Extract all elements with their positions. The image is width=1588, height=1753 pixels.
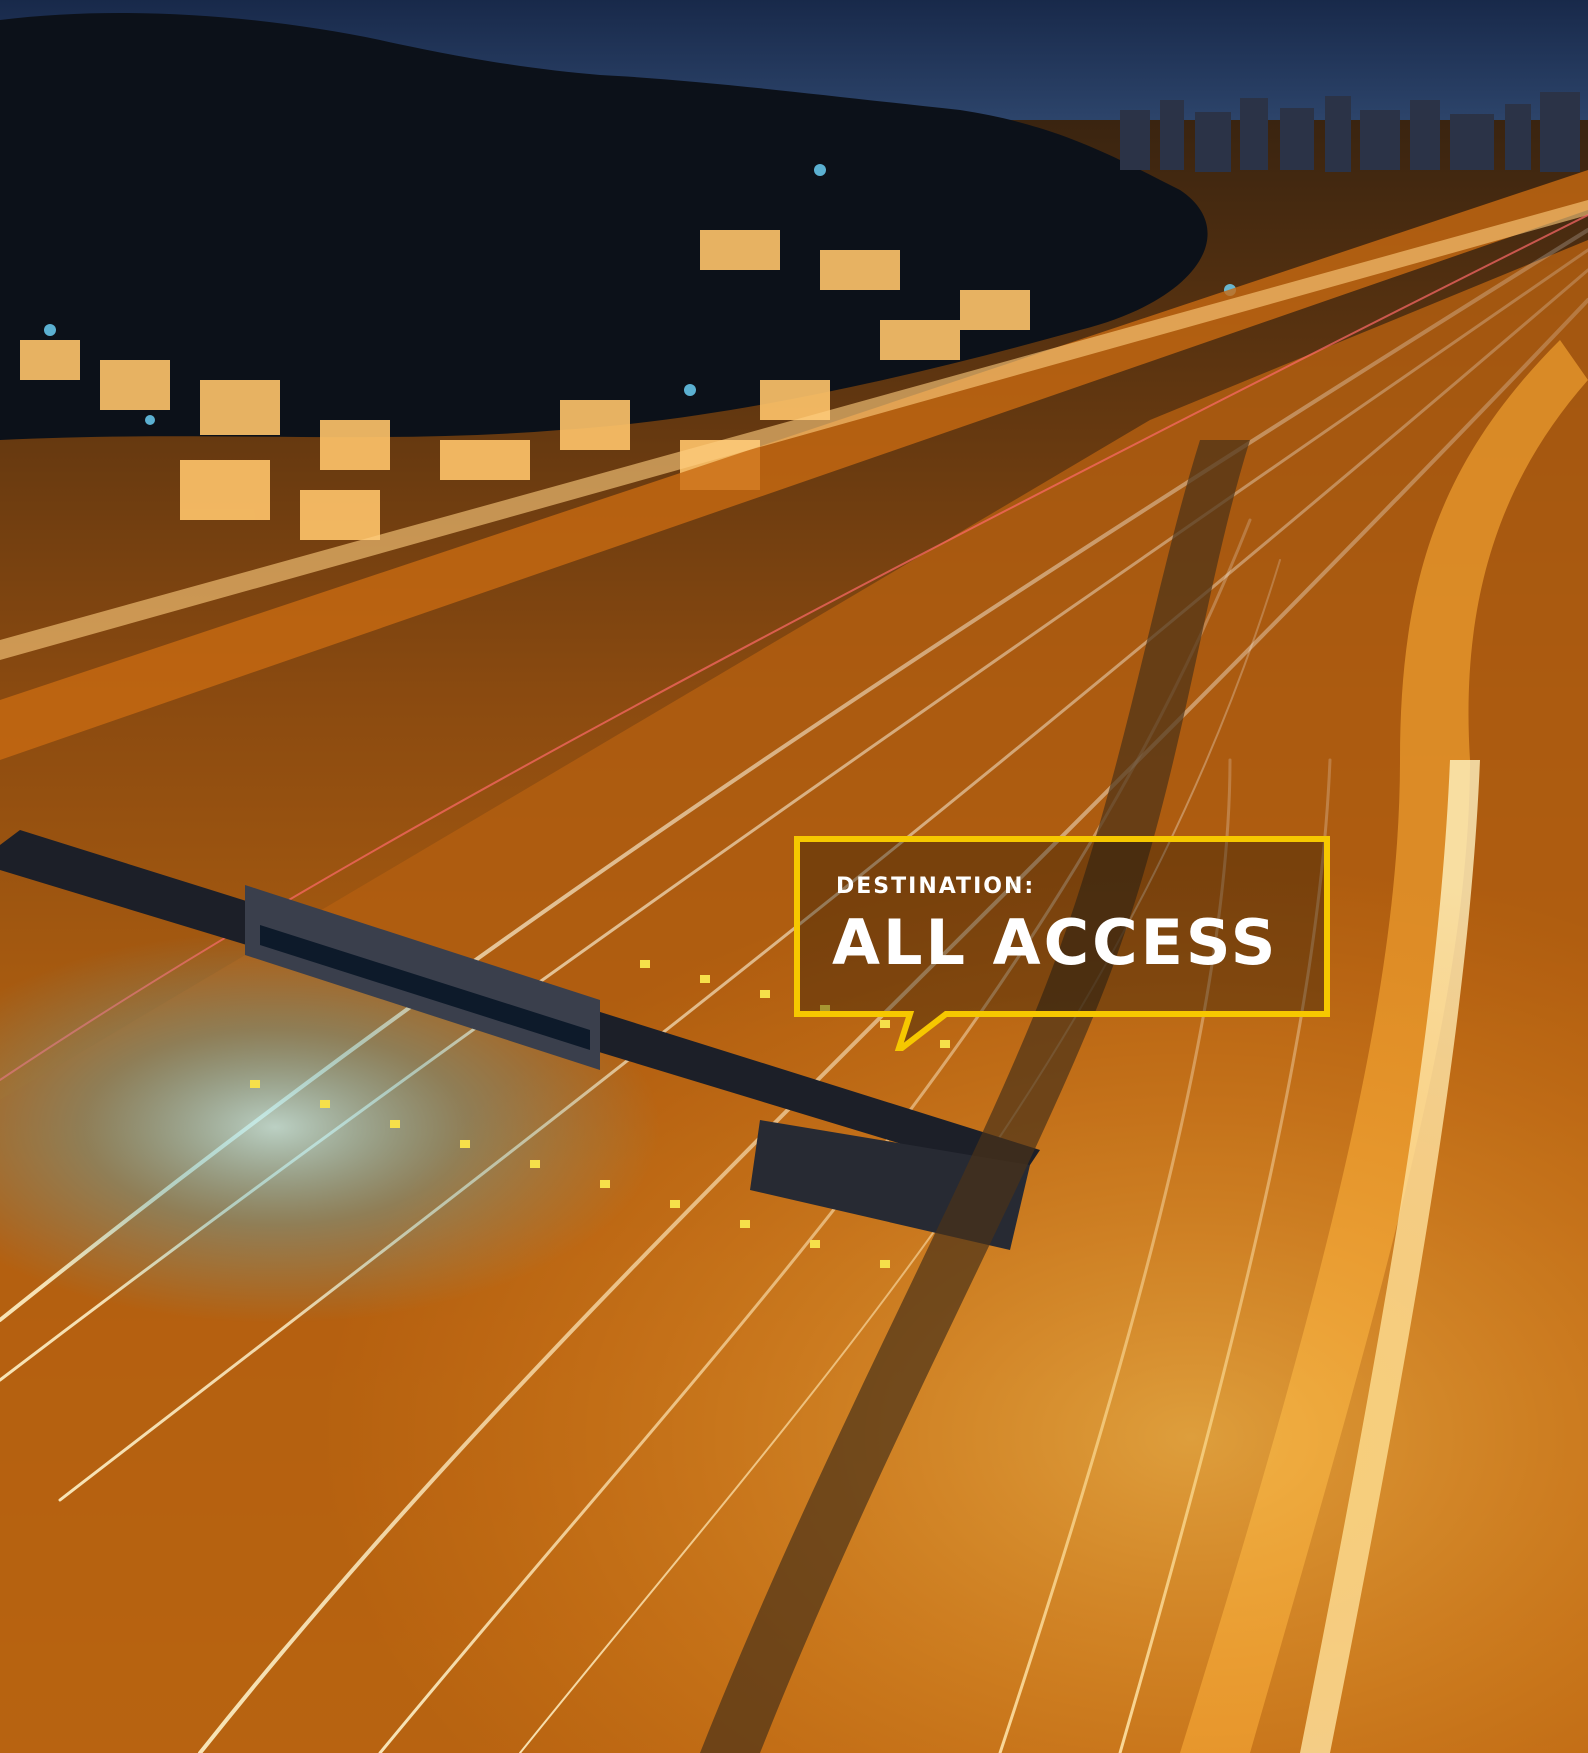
callout-kicker: DESTINATION: xyxy=(836,874,1036,899)
callout-title: ALL ACCESS xyxy=(832,906,1279,979)
destination-callout: DESTINATION: ALL ACCESS xyxy=(794,836,1330,1051)
